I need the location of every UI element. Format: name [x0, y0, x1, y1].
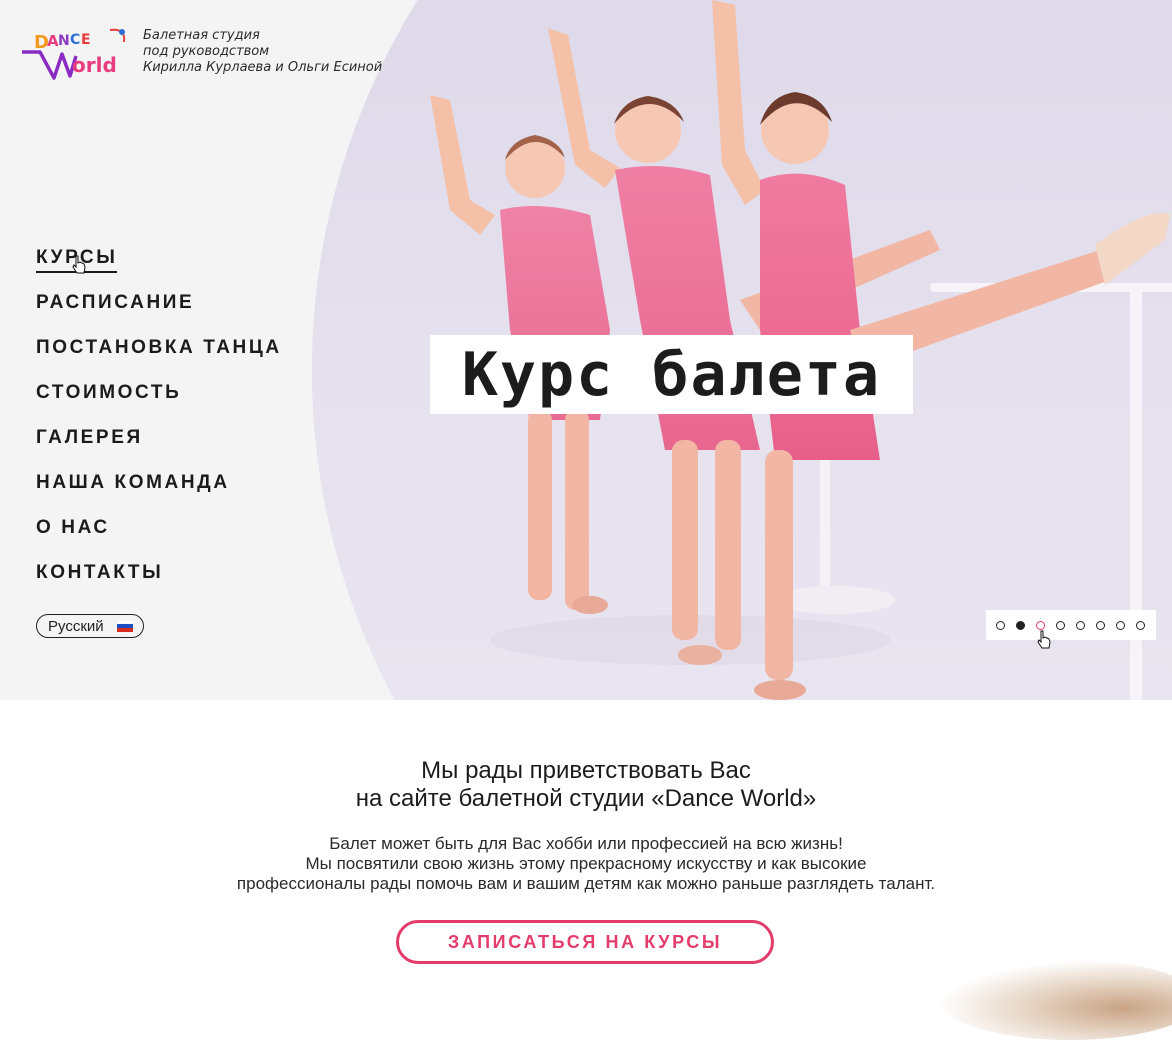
svg-text:E: E — [81, 32, 91, 48]
welcome-text-line-2: Мы посвятили свою жизнь этому прекрасном… — [305, 854, 867, 873]
slider-dot[interactable] — [1056, 620, 1065, 630]
nav-item-label: О НАС — [36, 517, 110, 538]
tagline-line-1: Балетная студия — [143, 28, 260, 43]
slider-dot-active[interactable] — [1016, 620, 1025, 630]
nav-item-label: РАСПИСАНИЕ — [36, 292, 195, 313]
nav-item-gallery[interactable]: ГАЛЕРЕЯ — [36, 425, 282, 470]
decorative-corner-image — [940, 960, 1172, 1040]
slider-dot[interactable] — [1076, 620, 1085, 630]
welcome-text-line-3: профессионалы рады помочь вам и вашим де… — [236, 874, 936, 893]
slider-pagination — [986, 610, 1156, 640]
enroll-button[interactable]: ЗАПИСАТЬСЯ НА КУРСЫ — [396, 920, 774, 964]
nav-item-about[interactable]: О НАС — [36, 515, 282, 560]
slider-dot-hover[interactable] — [1036, 620, 1045, 630]
nav-item-prices[interactable]: СТОИМОСТЬ — [36, 380, 282, 425]
nav-item-dance-staging[interactable]: ПОСТАНОВКА ТАНЦА — [36, 335, 282, 380]
svg-text:N: N — [58, 33, 70, 49]
hero-section: D A N C E orld Балетная студия под руков… — [0, 0, 1172, 700]
welcome-text-line-1: Балет может быть для Вас хобби или профе… — [329, 834, 843, 853]
svg-text:orld: orld — [72, 53, 117, 77]
dance-world-logo[interactable]: D A N C E orld — [20, 24, 132, 86]
nav-item-label: ПОСТАНОВКА ТАНЦА — [36, 337, 282, 358]
nav-item-label: НАША КОМАНДА — [36, 472, 230, 493]
main-nav: КУРСЫ РАСПИСАНИЕ ПОСТАНОВКА ТАНЦА СТОИМО… — [36, 245, 282, 605]
nav-item-contacts[interactable]: КОНТАКТЫ — [36, 560, 282, 605]
slider-dot[interactable] — [1116, 620, 1125, 630]
nav-item-label: КОНТАКТЫ — [36, 562, 164, 583]
hand-cursor-icon — [1037, 630, 1051, 649]
welcome-title-line-1: Мы рады приветствовать Вас — [421, 757, 751, 784]
nav-item-schedule[interactable]: РАСПИСАНИЕ — [36, 290, 282, 335]
language-switcher[interactable]: Русский — [36, 614, 144, 638]
hero-title: Курс балета — [461, 339, 882, 410]
tagline-line-3: Кирилла Курлаева и Ольги Есиной — [143, 60, 383, 75]
nav-item-label: СТОИМОСТЬ — [36, 382, 182, 403]
slider-dot[interactable] — [1136, 620, 1145, 630]
welcome-title-line-2: на сайте балетной студии «Dance World» — [355, 785, 817, 812]
logo-mark-icon: D A N C E orld — [22, 28, 126, 80]
nav-item-label: ГАЛЕРЕЯ — [36, 427, 143, 448]
hero-title-box: Курс балета — [430, 335, 913, 414]
russia-flag-icon — [117, 620, 133, 632]
slider-dot[interactable] — [1096, 620, 1105, 630]
slider-dot[interactable] — [996, 620, 1005, 630]
tagline-line-2: под руководством — [143, 44, 270, 59]
enroll-button-label: ЗАПИСАТЬСЯ НА КУРСЫ — [447, 931, 723, 952]
language-label: Русский — [48, 617, 104, 635]
nav-item-team[interactable]: НАША КОМАНДА — [36, 470, 282, 515]
svg-text:C: C — [70, 32, 80, 48]
hand-cursor-icon — [72, 255, 86, 274]
